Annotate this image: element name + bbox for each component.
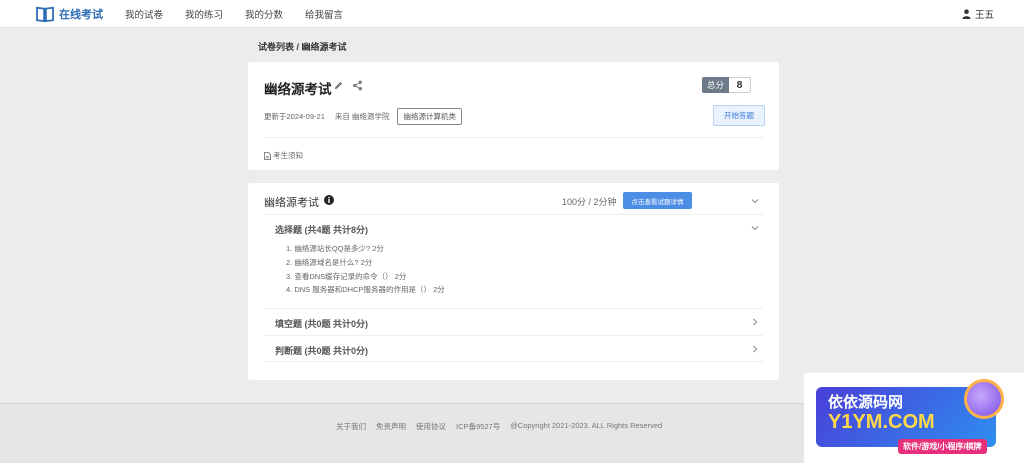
section-fill-chevron-right-icon[interactable] bbox=[751, 318, 759, 326]
start-answer-button[interactable]: 开始答题 bbox=[713, 105, 765, 126]
nav-my-scores[interactable]: 我的分数 bbox=[245, 7, 283, 21]
book-logo-icon bbox=[36, 6, 54, 22]
divider bbox=[264, 335, 763, 336]
paper-score-time: 100分 / 2分钟 bbox=[562, 197, 617, 207]
paper-structure-card: 幽络源考试 100分 / 2分钟 点击查看试题详情 选择题 (共4题 共计8分)… bbox=[248, 183, 779, 380]
share-icon[interactable] bbox=[352, 80, 363, 91]
nav-my-papers[interactable]: 我的试卷 bbox=[125, 7, 163, 21]
footer-link-disclaimer[interactable]: 免责声明 bbox=[376, 421, 406, 432]
top-navbar: 在线考试 我的试卷 我的练习 我的分数 给我留言 王五 bbox=[0, 0, 1024, 28]
watermark-line2: Y1YM.COM bbox=[828, 411, 935, 433]
footer-icp[interactable]: ICP备9527号 bbox=[456, 421, 500, 432]
watermark-line1: 依依源码网 bbox=[828, 394, 904, 411]
divider bbox=[264, 214, 763, 215]
watermark-ad: 依依源码网 Y1YM.COM 软件/游戏/小程序/棋牌 bbox=[804, 373, 1024, 463]
section-judge-chevron-right-icon[interactable] bbox=[751, 345, 759, 353]
exam-meta: 更新于2024-09-21 来自 幽络源学院 幽络源计算机类 bbox=[264, 108, 462, 125]
section-choice-title[interactable]: 选择题 (共4题 共计8分) bbox=[275, 223, 368, 236]
collapse-paper-chevron-icon[interactable] bbox=[751, 197, 759, 205]
edit-pencil-icon[interactable] bbox=[333, 80, 344, 91]
exam-header-card: 幽络源考试 总分 8 更新于2024-09-21 来自 幽络源学院 幽络源计算机… bbox=[248, 62, 779, 170]
footer-link-about[interactable]: 关于我们 bbox=[336, 421, 366, 432]
section-fill-title[interactable]: 填空题 (共0题 共计0分) bbox=[275, 317, 368, 330]
user-icon bbox=[962, 9, 971, 19]
section-judge-title[interactable]: 判断题 (共0题 共计0分) bbox=[275, 344, 368, 357]
exam-notice-link[interactable]: 考生须知 bbox=[264, 150, 303, 161]
watermark-line3: 软件/游戏/小程序/棋牌 bbox=[898, 439, 987, 454]
exam-notice-label: 考生须知 bbox=[273, 151, 303, 160]
info-icon[interactable] bbox=[324, 195, 334, 205]
footer-copyright: @Copyright 2021-2023. ALL Rights Reserve… bbox=[510, 421, 663, 430]
document-icon bbox=[264, 151, 271, 160]
magnifier-icon bbox=[964, 379, 1004, 419]
user-menu[interactable]: 王五 bbox=[962, 0, 994, 28]
exam-source: 来自 幽络源学院 bbox=[334, 112, 390, 121]
view-details-button[interactable]: 点击查看试题详情 bbox=[623, 192, 692, 209]
question-item[interactable]: 3. 查看DNS缓存记录的命令（） 2分 bbox=[286, 271, 406, 282]
brand-name: 在线考试 bbox=[59, 8, 103, 21]
total-score-badge: 总分 8 bbox=[701, 77, 751, 93]
divider bbox=[264, 308, 763, 309]
divider bbox=[264, 361, 763, 362]
question-item[interactable]: 1. 幽络源站长QQ是多少? 2分 bbox=[286, 243, 384, 254]
question-item[interactable]: 2. 幽络源域名是什么? 2分 bbox=[286, 257, 372, 268]
exam-title: 幽络源考试 bbox=[264, 82, 332, 97]
nav-my-practice[interactable]: 我的练习 bbox=[185, 7, 223, 21]
total-score-value: 8 bbox=[729, 77, 751, 93]
updated-date: 更新于2024-09-21 bbox=[264, 112, 325, 121]
section-choice-chevron-down-icon[interactable] bbox=[751, 224, 759, 232]
user-name: 王五 bbox=[974, 10, 994, 21]
divider bbox=[264, 137, 763, 138]
brand[interactable]: 在线考试 bbox=[36, 6, 103, 22]
breadcrumb[interactable]: 试卷列表 / 幽络源考试 bbox=[258, 40, 347, 53]
question-item[interactable]: 4. DNS 服务器和DHCP服务器的作用是（） 2分 bbox=[286, 284, 445, 295]
total-score-label: 总分 bbox=[701, 77, 729, 93]
footer-link-terms[interactable]: 使用协议 bbox=[416, 421, 446, 432]
category-tag[interactable]: 幽络源计算机类 bbox=[397, 108, 462, 125]
paper-title: 幽络源考试 bbox=[264, 197, 319, 209]
nav-leave-message[interactable]: 给我留言 bbox=[305, 7, 343, 21]
